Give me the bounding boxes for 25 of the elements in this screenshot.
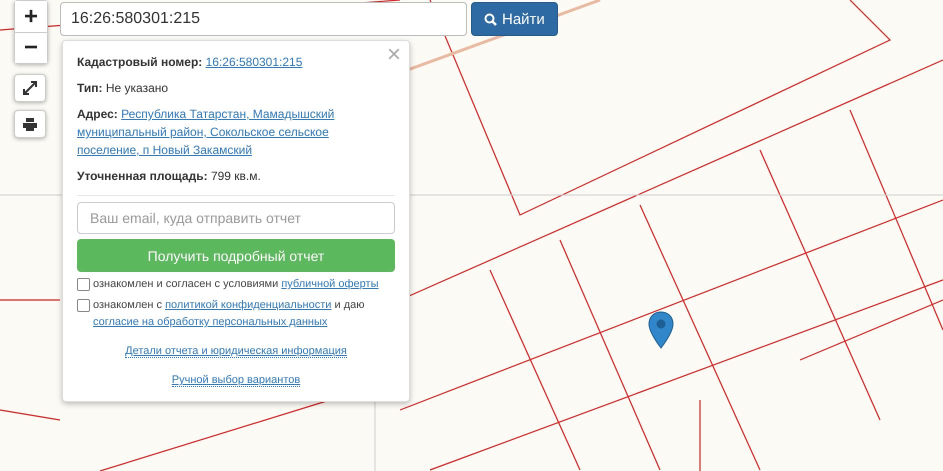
agreement-link[interactable]: публичной оферты [281, 278, 378, 290]
checkbox[interactable] [77, 278, 90, 291]
agreement-link[interactable]: политикой конфиденциальности [165, 299, 332, 311]
search-icon [484, 12, 497, 26]
zoom-control[interactable]: + − [14, 0, 48, 64]
details-link[interactable]: Ручной выбор вариантов [172, 374, 300, 387]
fullscreen-button[interactable] [14, 74, 46, 102]
map-pin-icon[interactable] [648, 311, 674, 349]
print-button[interactable] [14, 110, 46, 138]
details-link[interactable]: Детали отчета и юридическая информация [125, 345, 347, 358]
zoom-out-button[interactable]: − [15, 32, 47, 63]
email-field[interactable]: Ваш email, куда отправить отчет [77, 202, 395, 234]
agreement-text: ознакомлен и согласен с условиями публичной оферты [93, 277, 378, 292]
agreement-link[interactable]: согласие на обработку персональных данных [93, 316, 328, 328]
printer-icon [23, 118, 37, 130]
search-button[interactable]: Найти [471, 2, 558, 36]
report-button[interactable]: Получить подробный отчет [77, 239, 395, 272]
zoom-in-button[interactable]: + [15, 1, 47, 32]
agreement-text: ознакомлен с политикой конфиденциальности и даю согласие на обработку персональных данных [93, 298, 366, 330]
property-field: Уточненная площадь: 799 кв.м. [77, 167, 395, 185]
property-field: Тип: Не указано [77, 79, 395, 97]
property-field: Адрес: Республика Татарстан, Мамадышский муниципальный район, Сокольское сельское поселение, п Новый Закамский [77, 105, 395, 159]
checkbox[interactable] [77, 299, 90, 312]
search-field[interactable]: 16:26:580301:215 [60, 2, 467, 36]
expand-icon [23, 81, 37, 95]
